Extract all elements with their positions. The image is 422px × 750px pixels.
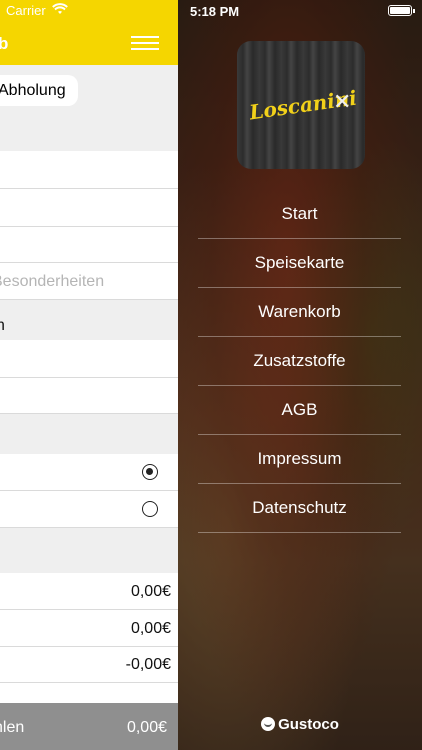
section-header-text: n: [0, 317, 5, 334]
price-value-2: 0,00€: [130, 620, 171, 637]
price-row-3: -0,00€: [0, 647, 178, 683]
form-field-4[interactable]: [0, 340, 178, 378]
menu-item-warenkorb[interactable]: Warenkorb: [198, 288, 401, 337]
checkout-bar[interactable]: hlen 0,00€: [0, 703, 178, 750]
restaurant-logo: Loscanini ✕: [237, 41, 365, 169]
hamburger-menu-icon[interactable]: [131, 32, 159, 54]
checkout-label: hlen: [0, 719, 25, 736]
menu-item-zusatzstoffe[interactable]: Zusatzstoffe: [198, 337, 401, 386]
menu-item-datenschutz[interactable]: Datenschutz: [198, 484, 401, 533]
price-value-3: -0,00€: [125, 656, 171, 673]
price-value-1: 0,00€: [130, 583, 171, 600]
radio-row-2[interactable]: [0, 491, 178, 528]
battery-icon: [388, 5, 415, 16]
menu-item-speisekarte[interactable]: Speisekarte: [198, 239, 401, 288]
section-header-4: [0, 528, 178, 573]
menu-list: Start Speisekarte Warenkorb Zusatzstoffe…: [198, 190, 401, 533]
radio-unselected-icon[interactable]: [142, 501, 158, 517]
menu-item-impressum[interactable]: Impressum: [198, 435, 401, 484]
radio-selected-icon[interactable]: [142, 464, 158, 480]
gustoco-logo-icon: [261, 717, 276, 731]
form-field-5[interactable]: [0, 378, 178, 414]
status-bar-right: 5:18 PM: [178, 0, 422, 22]
status-bar-left: Carrier: [0, 0, 178, 22]
menu-item-agb[interactable]: AGB: [198, 386, 401, 435]
order-screen: Carrier b Abholung Besonderheiten n 0,00…: [0, 0, 178, 750]
radio-row-1[interactable]: [0, 454, 178, 491]
form-field-3[interactable]: [0, 227, 178, 263]
checkout-total: 0,00€: [126, 719, 167, 736]
remarks-field[interactable]: Besonderheiten: [0, 263, 178, 300]
cutlery-icon: ✕: [333, 89, 352, 114]
form-field-1[interactable]: [0, 151, 178, 189]
menu-item-start[interactable]: Start: [198, 190, 401, 239]
carrier-label: Carrier: [6, 3, 46, 18]
section-header-3: [0, 414, 178, 454]
brand-footer[interactable]: Gustoco: [178, 716, 422, 733]
clock: 5:18 PM: [190, 4, 240, 19]
pickup-option-button[interactable]: Abholung: [0, 75, 78, 106]
nav-bar: b: [0, 22, 178, 65]
price-row-1: 0,00€: [0, 573, 178, 610]
price-row-4: [0, 683, 178, 703]
wifi-icon: [52, 1, 68, 20]
brand-name: Gustoco: [278, 716, 339, 733]
section-header-2: n: [0, 300, 178, 340]
remarks-placeholder: Besonderheiten: [0, 273, 105, 290]
side-menu: 5:18 PM Loscanini ✕ Start Speisekarte Wa…: [178, 0, 422, 750]
form-field-2[interactable]: [0, 189, 178, 227]
price-row-2: 0,00€: [0, 610, 178, 647]
page-title: b: [0, 34, 9, 53]
